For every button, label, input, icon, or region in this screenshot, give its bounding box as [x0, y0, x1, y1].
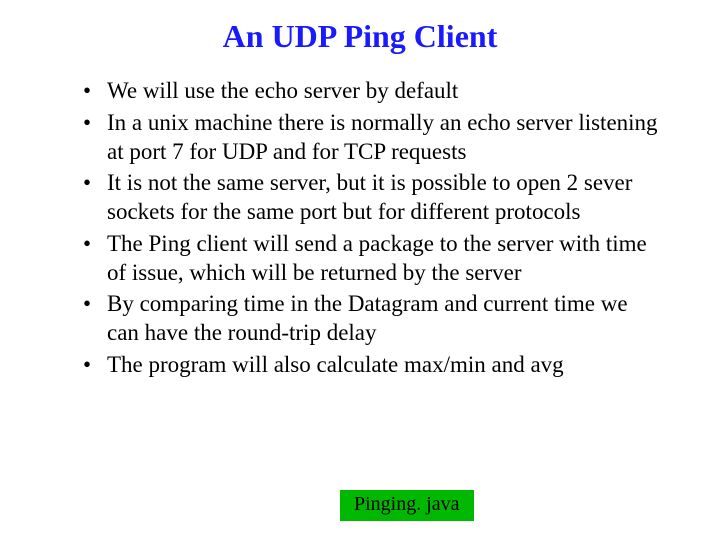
- code-badge: Pinging. java: [340, 490, 474, 521]
- list-item: The program will also calculate max/min …: [83, 351, 665, 380]
- slide: An UDP Ping Client We will use the echo …: [0, 0, 720, 540]
- list-item: It is not the same server, but it is pos…: [83, 169, 665, 227]
- bullet-list: We will use the echo server by default I…: [55, 77, 665, 380]
- list-item: By comparing time in the Datagram and cu…: [83, 290, 665, 348]
- slide-title: An UDP Ping Client: [55, 18, 665, 55]
- list-item: In a unix machine there is normally an e…: [83, 109, 665, 167]
- list-item: The Ping client will send a package to t…: [83, 230, 665, 288]
- list-item: We will use the echo server by default: [83, 77, 665, 106]
